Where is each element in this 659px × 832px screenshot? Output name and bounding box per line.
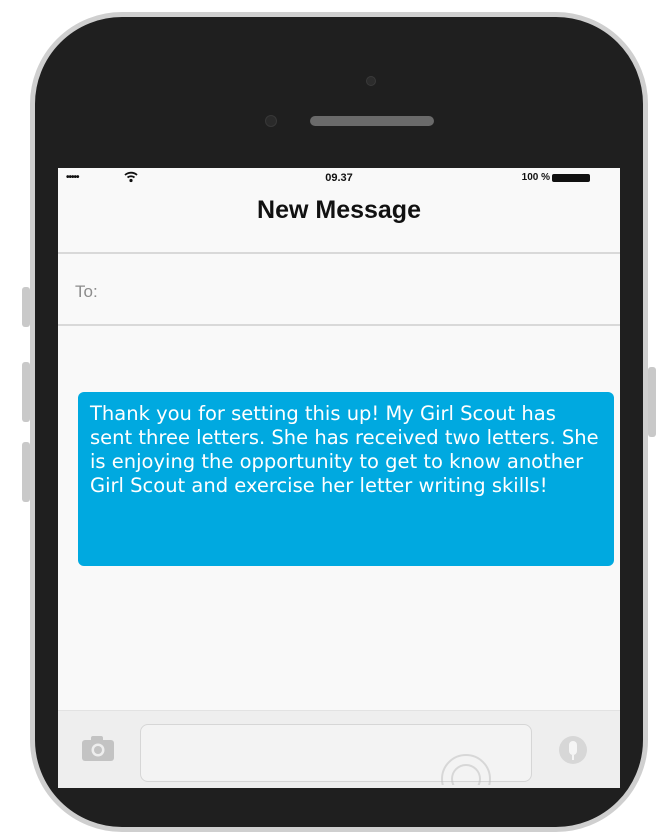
divider (58, 324, 620, 326)
recipient-label: To: (75, 282, 98, 301)
volume-up-button (22, 362, 30, 422)
battery-icon (552, 174, 590, 182)
volume-down-button (22, 442, 30, 502)
phone-screen: ••••• 09.37 100 % New Message To: Thank … (58, 168, 620, 788)
camera-icon[interactable] (80, 733, 116, 768)
mic-icon[interactable] (558, 735, 588, 774)
power-button (648, 367, 656, 437)
message-bubble: Thank you for setting this up! My Girl S… (78, 392, 614, 566)
recipient-field[interactable]: To: (58, 254, 620, 324)
battery-percentage: 100 % (521, 172, 550, 183)
home-indicator-icon (436, 745, 496, 788)
silent-switch (22, 287, 30, 327)
status-bar: ••••• 09.37 100 % (58, 168, 620, 190)
proximity-sensor (265, 115, 277, 127)
earpiece-speaker (310, 116, 434, 126)
compose-bar (58, 710, 620, 788)
page-title: New Message (257, 196, 421, 224)
front-camera (366, 76, 376, 86)
